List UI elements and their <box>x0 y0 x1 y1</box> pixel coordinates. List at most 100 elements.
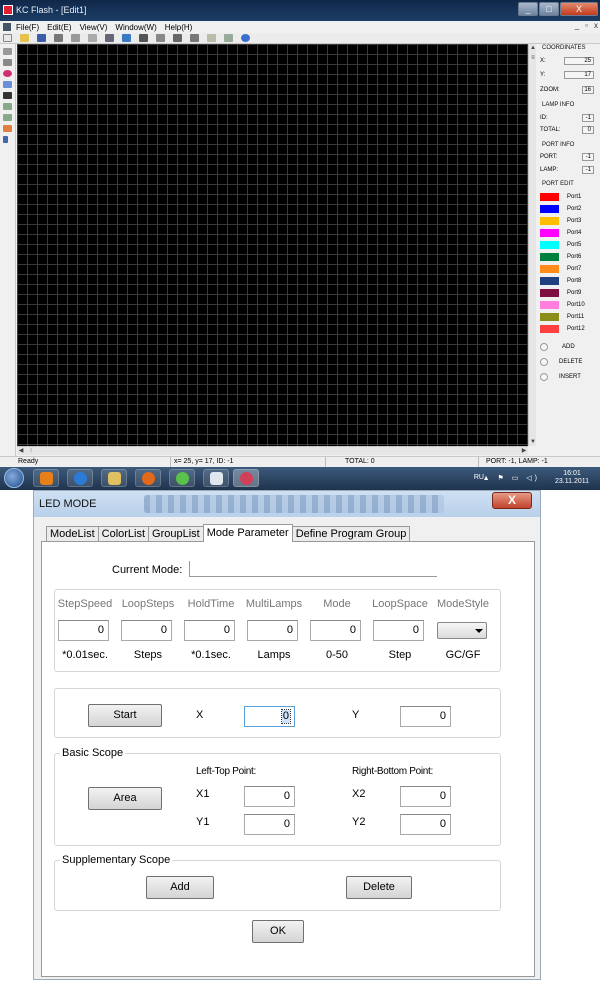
help-icon[interactable] <box>241 34 250 42</box>
unlink-tool-icon[interactable] <box>3 114 12 121</box>
port-item-6[interactable]: Port6 <box>540 253 598 262</box>
tab-modelist[interactable]: ModeList <box>46 526 99 542</box>
y2-input[interactable]: 0 <box>400 814 451 835</box>
binoculars-icon[interactable] <box>3 92 12 99</box>
delete-button[interactable]: Delete <box>346 876 412 899</box>
taskbar-internet-explorer[interactable] <box>67 469 93 487</box>
screen: KC Flash - [Edit1] _ □ X File(F) Edit(E)… <box>0 0 600 1000</box>
menu-edit[interactable]: Edit(E) <box>47 23 71 32</box>
y1-input[interactable]: 0 <box>244 814 295 835</box>
menu-window[interactable]: Window(W) <box>115 23 156 32</box>
circle-tool-icon[interactable] <box>3 70 12 77</box>
holdtime-input[interactable]: 0 <box>184 620 235 641</box>
port-item-5[interactable]: Port5 <box>540 241 598 250</box>
x1-input[interactable]: 0 <box>244 786 295 807</box>
cursor-icon[interactable] <box>3 136 8 143</box>
hand-icon[interactable] <box>3 125 12 132</box>
open-folder-icon[interactable] <box>20 34 29 42</box>
port-item-8[interactable]: Port8 <box>540 277 598 286</box>
x2-input[interactable]: 0 <box>400 786 451 807</box>
grid-icon[interactable] <box>156 34 165 42</box>
scroll-left-icon[interactable]: ◀ <box>17 447 25 455</box>
menu-file[interactable]: File(F) <box>16 23 39 32</box>
taskbar-media-player[interactable] <box>33 469 59 487</box>
mdi-restore-button[interactable]: ▫ <box>585 21 588 30</box>
mode-input[interactable]: 0 <box>310 620 361 641</box>
port-color-swatch <box>540 205 559 213</box>
taskbar-icq[interactable] <box>169 469 195 487</box>
vertical-scrollbar[interactable]: ▲ ≡ ▼ <box>528 44 536 446</box>
tag-icon[interactable] <box>224 34 233 42</box>
scroll-up-icon[interactable]: ▲ <box>529 44 537 52</box>
new-file-icon[interactable] <box>3 34 12 42</box>
print-preview-icon[interactable] <box>71 34 80 42</box>
tab-colorlist[interactable]: ColorList <box>97 526 150 542</box>
document-icon[interactable] <box>3 23 11 31</box>
add-button[interactable]: Add <box>146 876 214 899</box>
ok-button[interactable]: OK <box>252 920 304 943</box>
port-item-2[interactable]: Port2 <box>540 205 598 214</box>
taskbar-firefox[interactable] <box>135 469 161 487</box>
scroll-right-icon[interactable]: ▶ <box>520 447 528 455</box>
minimize-button[interactable]: _ <box>518 2 538 16</box>
rectangle-tool-icon[interactable] <box>3 81 12 88</box>
modestyle-unit: GC/GF <box>445 649 481 661</box>
scroll-h-thumb[interactable]: ⦙ <box>27 447 35 455</box>
basic-scope-title: Basic Scope <box>60 747 126 759</box>
print-icon[interactable] <box>54 34 63 42</box>
window-controls: _ □ X <box>518 2 598 17</box>
taskbar-explorer[interactable] <box>101 469 127 487</box>
save-icon[interactable] <box>37 34 46 42</box>
tab-mode-parameter[interactable]: Mode Parameter <box>202 524 293 542</box>
port-color-swatch <box>540 193 559 201</box>
clock[interactable]: 16:01 23.11.2011 <box>552 470 592 486</box>
multilamps-input[interactable]: 0 <box>247 620 298 641</box>
edit-icon[interactable] <box>207 34 216 42</box>
tab-grouplist[interactable]: GroupList <box>148 526 204 542</box>
title-bar[interactable]: KC Flash - [Edit1] _ □ X <box>0 0 600 21</box>
taskbar-app[interactable] <box>203 469 229 487</box>
loopspace-input[interactable]: 0 <box>373 620 424 641</box>
port-item-4[interactable]: Port4 <box>540 229 598 238</box>
dialog-close-button[interactable]: X <box>492 492 532 509</box>
start-y-input[interactable]: 0 <box>400 706 451 727</box>
loopsteps-input[interactable]: 0 <box>121 620 172 641</box>
start-button[interactable]: Start <box>88 704 162 727</box>
pencil-icon[interactable] <box>3 59 12 66</box>
port-item-11[interactable]: Port11 <box>540 313 598 322</box>
port-item-1[interactable]: Port1 <box>540 193 598 202</box>
start-x-input[interactable]: 0 <box>244 706 295 727</box>
mdi-minimize-button[interactable]: _ <box>575 21 579 30</box>
menu-help[interactable]: Help(H) <box>165 23 193 32</box>
close-button[interactable]: X <box>560 2 598 16</box>
person-icon[interactable] <box>139 34 148 42</box>
table-icon[interactable] <box>173 34 182 42</box>
search-icon[interactable] <box>105 34 114 42</box>
maximize-button[interactable]: □ <box>539 2 559 16</box>
port-item-7[interactable]: Port7 <box>540 265 598 274</box>
stepspeed-input[interactable]: 0 <box>58 620 109 641</box>
led-grid-canvas[interactable] <box>17 44 528 446</box>
chart-icon[interactable] <box>122 34 131 42</box>
tab-define-program-group[interactable]: Define Program Group <box>291 526 411 542</box>
area-button[interactable]: Area <box>88 787 162 810</box>
horizontal-scrollbar[interactable]: ◀ ⦙ ▶ <box>17 446 528 455</box>
taskbar-kc-flash[interactable] <box>233 469 259 487</box>
modestyle-select[interactable] <box>437 622 487 639</box>
frame-icon[interactable] <box>190 34 199 42</box>
tray-icons[interactable]: ▲ ⚑ ▭ ◁) <box>483 474 540 482</box>
scroll-down-icon[interactable]: ▼ <box>529 438 537 446</box>
port-item-3[interactable]: Port3 <box>540 217 598 226</box>
port-item-12[interactable]: Port12 <box>540 325 598 334</box>
param-head-holdtime: HoldTime <box>187 598 235 610</box>
port-item-9[interactable]: Port9 <box>540 289 598 298</box>
dialog-title-bar[interactable]: LED MODE X <box>34 491 540 517</box>
pen-icon[interactable] <box>3 48 12 55</box>
port-item-10[interactable]: Port10 <box>540 301 598 310</box>
menu-view[interactable]: View(V) <box>80 23 108 32</box>
export-icon[interactable] <box>88 34 97 42</box>
link-tool-icon[interactable] <box>3 103 12 110</box>
scroll-thumb[interactable]: ≡ <box>529 54 537 62</box>
mdi-close-button[interactable]: x <box>594 21 598 30</box>
start-button[interactable] <box>4 468 24 488</box>
